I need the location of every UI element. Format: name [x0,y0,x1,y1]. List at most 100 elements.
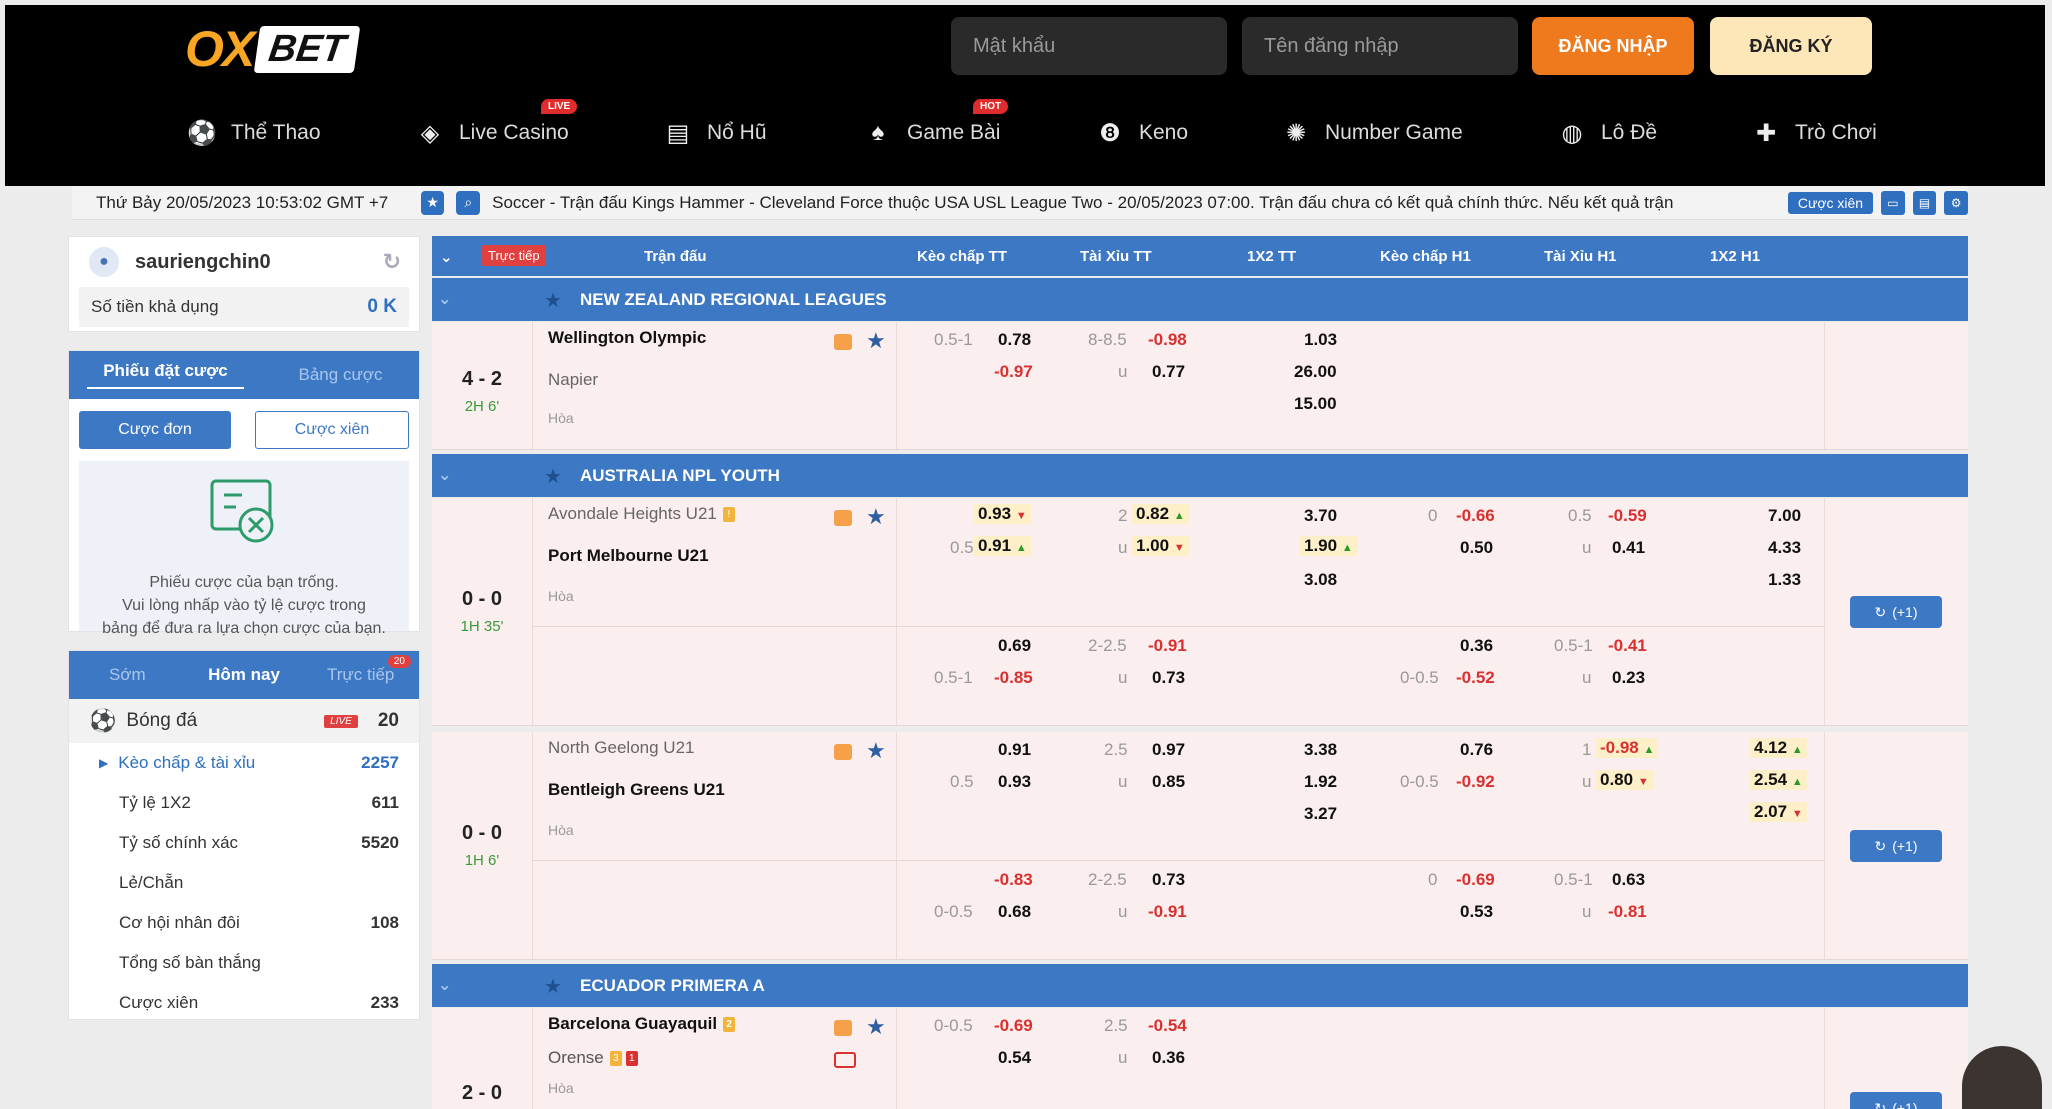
sidebar-item-odd-even[interactable]: Lẻ/Chẵn [69,863,419,903]
odds[interactable]: 0.54 [998,1048,1031,1068]
odds[interactable]: 0.85 [1152,772,1185,792]
odds[interactable]: -0.98 ▲ [1596,738,1659,758]
odds[interactable]: -0.69 [1456,870,1495,890]
odds[interactable]: 0.93 [998,772,1031,792]
chevron-down-icon[interactable]: ⌄ [438,465,451,485]
login-button[interactable]: ĐĂNG NHẬP [1532,17,1694,75]
odds[interactable]: -0.91 [1148,902,1187,922]
odds[interactable]: 15.00 [1294,394,1337,414]
chevron-down-icon[interactable]: ⌄ [438,289,451,309]
odds[interactable]: 0.82 ▲ [1132,504,1189,524]
refresh-icon[interactable]: ↻ [383,249,401,275]
odds[interactable]: 3.27 [1304,804,1337,824]
sport-soccer[interactable]: ⚽ Bóng đá LIVE 20 [69,699,419,743]
odds[interactable]: 0.53 [1460,902,1493,922]
tab-early[interactable]: Sớm [69,665,186,685]
tab-live[interactable]: Trực tiếp [302,665,419,685]
odds[interactable]: -0.41 [1608,636,1647,656]
password-input[interactable] [951,17,1227,75]
gear-icon[interactable]: ⚙ [1944,190,1968,215]
odds[interactable]: 0.50 [1460,538,1493,558]
video-icon[interactable] [834,1052,856,1068]
odds[interactable]: -0.83 [994,870,1033,890]
odds[interactable]: -0.59 [1608,506,1647,526]
chevron-down-icon[interactable]: ⌄ [438,975,451,995]
nav-keno[interactable]: ❽ Keno [1095,113,1188,153]
odds[interactable]: 1.92 [1304,772,1337,792]
more-markets-button[interactable]: ↻ (+1) [1850,1092,1942,1109]
odds[interactable]: 1.90 ▲ [1300,536,1357,556]
nav-live-casino[interactable]: LIVE ◈ Live Casino [415,99,578,153]
live-tv-icon[interactable] [834,744,852,760]
live-tv-icon[interactable] [834,1020,852,1036]
chevron-down-icon[interactable]: ⌄ [440,248,453,266]
nav-number-game[interactable]: ✺ Number Game [1281,113,1463,153]
tab-bet-list[interactable]: Bảng cược [262,365,419,385]
odds[interactable]: 0.77 [1152,362,1185,382]
nav-lottery[interactable]: ◍ Lô Đề [1557,113,1658,153]
nav-games[interactable]: ✚ Trò Chơi [1751,113,1877,153]
sidebar-item-correct-score[interactable]: Tỷ số chính xác 5520 [69,823,419,863]
register-button[interactable]: ĐĂNG KÝ [1710,17,1872,75]
search-icon[interactable]: ⌕ [456,190,481,215]
chat-icon[interactable]: ▭ [1881,190,1905,215]
odds[interactable]: 3.70 [1304,506,1337,526]
odds[interactable]: -0.85 [994,668,1033,688]
odds[interactable]: 0.93 ▼ [974,504,1031,524]
odds[interactable]: -0.69 [994,1016,1033,1036]
odds[interactable]: 26.00 [1294,362,1337,382]
odds[interactable]: 0.36 [1460,636,1493,656]
sidebar-item-double-chance[interactable]: Cơ hội nhân đôi 108 [69,903,419,943]
odds[interactable]: 0.78 [998,330,1031,350]
odds[interactable]: 0.63 [1612,870,1645,890]
odds[interactable]: 1.33 [1768,570,1801,590]
support-avatar[interactable] [1962,1046,2042,1109]
star-icon[interactable]: ★ [866,1014,886,1040]
odds[interactable]: -0.81 [1608,902,1647,922]
oxbet-logo[interactable]: OX BET [185,21,361,77]
sidebar-item-1x2[interactable]: Tỷ lệ 1X2 611 [69,783,419,823]
odds[interactable]: -0.97 [994,362,1033,382]
star-icon[interactable]: ★ [866,504,886,530]
odds[interactable]: 3.08 [1304,570,1337,590]
nav-slots[interactable]: ▤ Nổ Hũ [663,113,767,153]
tab-today[interactable]: Hôm nay [186,665,303,685]
live-tv-icon[interactable] [834,334,852,350]
odds[interactable]: 4.12 ▲ [1750,738,1807,758]
star-icon[interactable]: ★ [544,288,562,313]
odds[interactable]: 0.23 [1612,668,1645,688]
odds[interactable]: -0.92 [1456,772,1495,792]
league-header[interactable]: ⌄ ★ ECUADOR PRIMERA A [432,964,1968,1007]
odds[interactable]: 1.00 ▼ [1132,536,1189,556]
odds[interactable]: 0.68 [998,902,1031,922]
username-input[interactable] [1242,17,1518,75]
odds[interactable]: 0.41 [1612,538,1645,558]
odds[interactable]: 7.00 [1768,506,1801,526]
sidebar-item-total-goals[interactable]: Tổng số bàn thắng [69,943,419,983]
odds[interactable]: 0.76 [1460,740,1493,760]
sidebar-item-parlay[interactable]: Cược xiên 233 [69,983,419,1019]
odds[interactable]: 1.03 [1304,330,1337,350]
odds[interactable]: -0.98 [1148,330,1187,350]
star-icon[interactable]: ★ [544,974,562,999]
document-icon[interactable]: ▤ [1912,190,1937,215]
odds[interactable]: 2.54 ▲ [1750,770,1807,790]
tab-betslip[interactable]: Phiếu đặt cược [87,361,244,389]
odds[interactable]: 4.33 [1768,538,1801,558]
odds[interactable]: 0.36 [1152,1048,1185,1068]
star-icon[interactable]: ★ [866,738,886,764]
odds[interactable]: -0.66 [1456,506,1495,526]
odds[interactable]: 2.07 ▼ [1750,802,1807,822]
live-tv-icon[interactable] [834,510,852,526]
star-icon[interactable]: ★ [866,328,886,354]
odds[interactable]: -0.54 [1148,1016,1187,1036]
odds[interactable]: 0.73 [1152,870,1185,890]
odds[interactable]: 0.69 [998,636,1031,656]
more-markets-button[interactable]: ↻ (+1) [1850,596,1942,628]
parlay-bet-button[interactable]: Cược xiên [255,411,409,449]
odds[interactable]: 0.80 ▼ [1596,770,1653,790]
odds[interactable]: -0.91 [1148,636,1187,656]
star-icon[interactable]: ★ [420,190,445,215]
odds[interactable]: 0.97 [1152,740,1185,760]
odds[interactable]: 0.73 [1152,668,1185,688]
